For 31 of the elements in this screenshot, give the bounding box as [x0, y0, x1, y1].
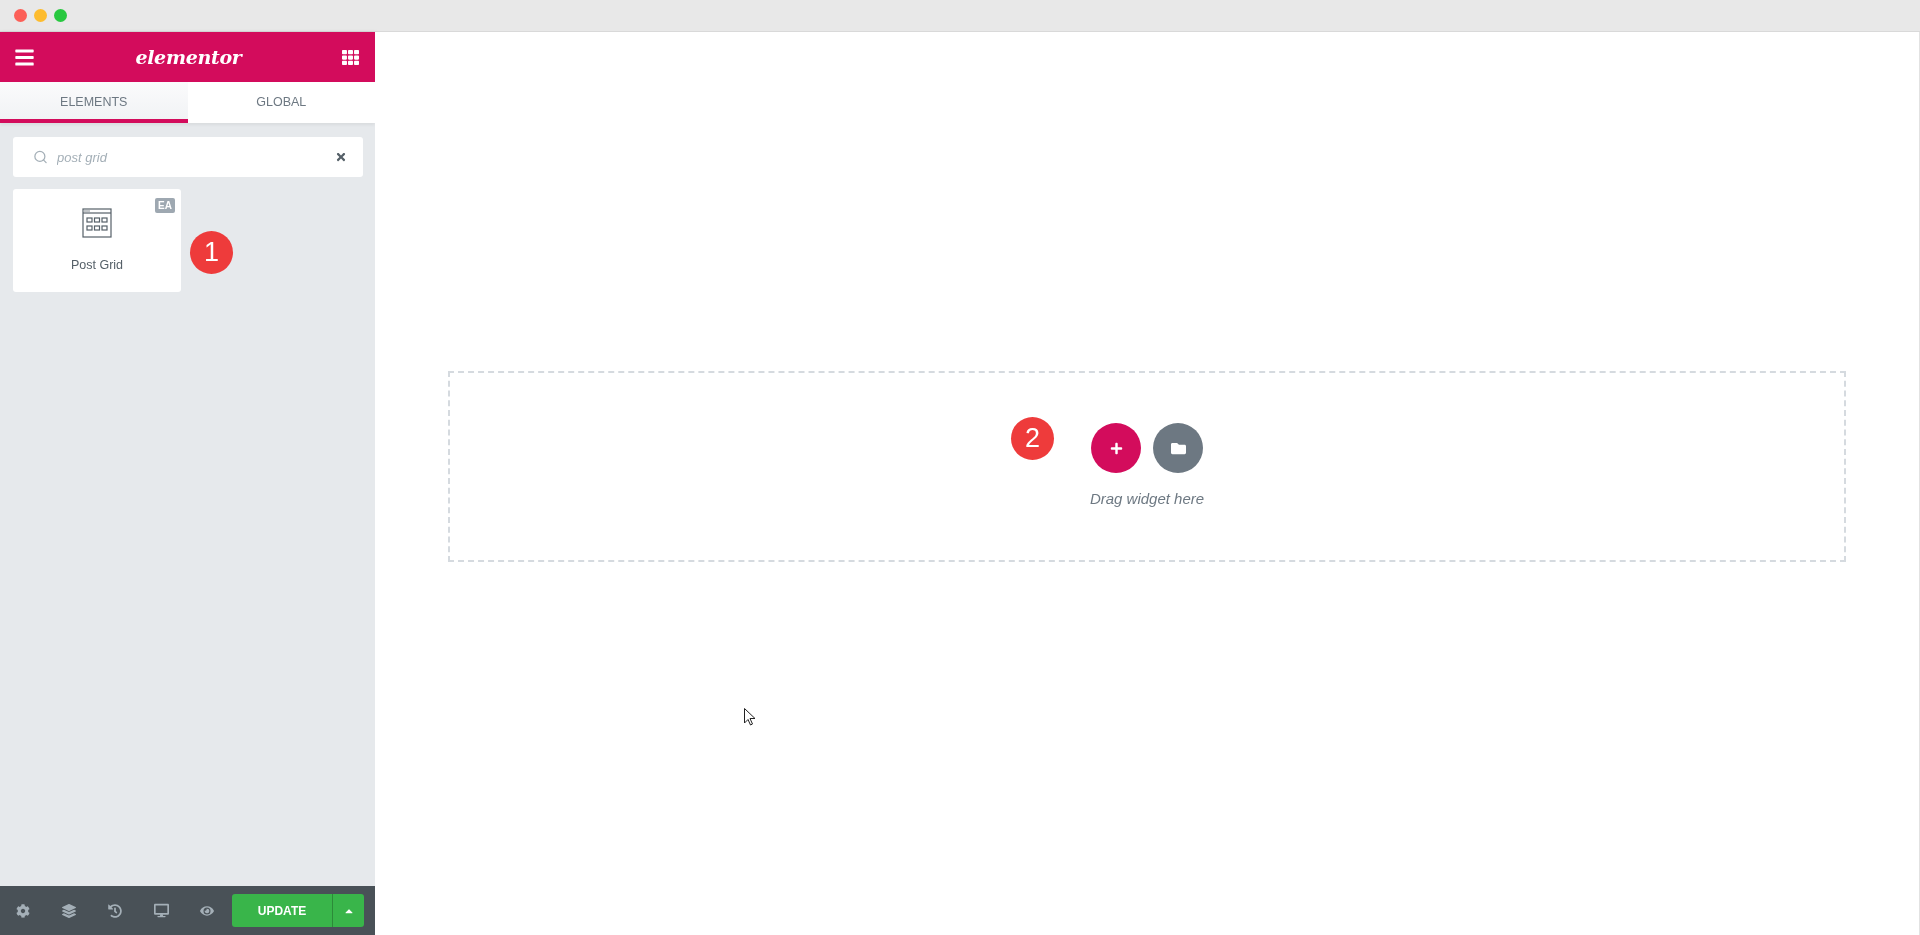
settings-icon: [16, 903, 30, 918]
add-template-button[interactable]: [1153, 423, 1203, 473]
folder-icon: [1170, 440, 1186, 456]
step-marker: 1: [190, 231, 233, 274]
desktop-icon: [153, 903, 169, 918]
widget-badge: EA: [155, 198, 175, 213]
post-grid-icon: [82, 208, 112, 238]
close-window-button[interactable]: [14, 9, 27, 22]
widgets-button[interactable]: [342, 48, 359, 66]
mouse-pointer-icon: [744, 708, 756, 726]
widget-card[interactable]: Post Grid EA: [13, 189, 181, 292]
add-section-button[interactable]: [1091, 423, 1141, 473]
search-icon: [33, 149, 48, 165]
panel-tab[interactable]: GLOBAL: [187, 82, 375, 123]
plus-icon: [1109, 441, 1123, 455]
widget-label: Post Grid: [70, 258, 124, 272]
close-icon: [335, 151, 347, 163]
menu-button[interactable]: [14, 46, 35, 68]
menu-icon: [14, 46, 35, 68]
layers-icon: [62, 903, 76, 918]
step-marker: 2: [1011, 417, 1054, 460]
grid-icon: [342, 48, 359, 66]
save-options-button[interactable]: [332, 894, 364, 927]
logo: elementor: [135, 46, 242, 68]
panel-tab[interactable]: ELEMENTS: [0, 82, 188, 123]
history-icon: [108, 903, 122, 918]
drop-hint: Drag widget here: [1089, 490, 1205, 507]
clear-search-button[interactable]: [335, 151, 347, 163]
update-button[interactable]: UPDATE: [232, 894, 332, 927]
search-field[interactable]: post grid: [13, 137, 363, 177]
eye-icon: [200, 903, 214, 918]
